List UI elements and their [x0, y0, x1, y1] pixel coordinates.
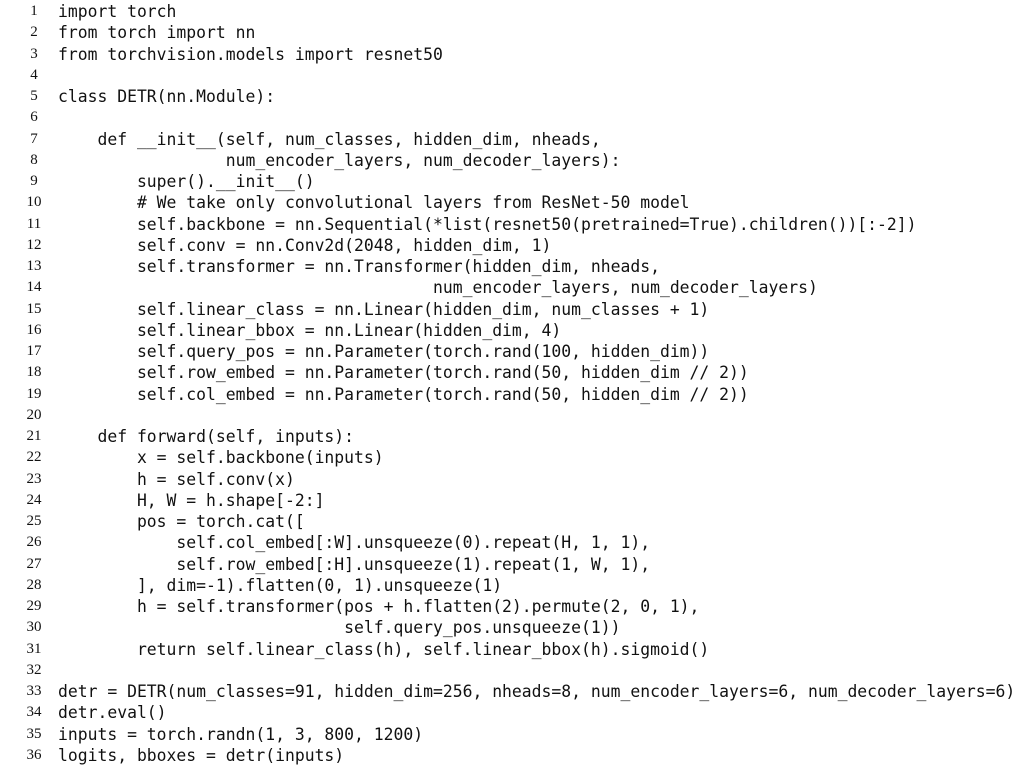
line-number: 12: [26, 236, 42, 253]
line-number: 8: [30, 151, 38, 168]
line-number: 29: [26, 598, 42, 614]
line-number: 19: [26, 385, 42, 402]
code-text: self.conv = nn.Conv2d(2048, hidden_dim, …: [58, 235, 552, 255]
line-number: 10: [26, 194, 42, 211]
line-number: 21: [26, 428, 42, 444]
line-number: 13: [26, 258, 42, 274]
line-number: 20: [26, 406, 42, 423]
code-text: super().__init__(): [58, 172, 315, 191]
code-text: H, W = h.shape[-2:]: [58, 490, 325, 510]
code-text: detr.eval(): [58, 703, 167, 723]
line-number: 23: [26, 470, 42, 487]
line-number: 36: [26, 746, 42, 763]
code-text: from torchvision.models import resnet50: [58, 44, 443, 64]
line-number: 7: [30, 130, 38, 147]
code-text: num_encoder_layers, num_decoder_layers): [58, 278, 818, 298]
code-text: self.transformer = nn.Transformer(hidden…: [58, 257, 660, 276]
line-number: 27: [26, 555, 42, 572]
code-text: self.linear_bbox = nn.Linear(hidden_dim,…: [58, 320, 562, 340]
line-number: 3: [30, 45, 38, 62]
line-number: 15: [26, 300, 42, 317]
line-number: 9: [30, 173, 38, 189]
code-text: inputs = torch.randn(1, 3, 800, 1200): [58, 724, 424, 744]
line-number: 30: [26, 619, 42, 636]
line-number: 4: [30, 66, 38, 83]
line-number: 28: [26, 576, 42, 593]
code-text: self.linear_class = nn.Linear(hidden_dim…: [58, 299, 710, 319]
code-text: self.backbone = nn.Sequential(*list(resn…: [58, 214, 917, 234]
line-number: 5: [30, 88, 38, 104]
line-number: 11: [26, 215, 42, 232]
line-number: 14: [26, 279, 42, 296]
line-number: 26: [26, 534, 42, 551]
code-text: self.row_embed = nn.Parameter(torch.rand…: [58, 363, 749, 383]
line-number: 34: [26, 704, 42, 721]
line-number: 35: [26, 725, 42, 742]
line-number: 32: [26, 661, 42, 678]
code-text: x = self.backbone(inputs): [58, 448, 384, 468]
line-number: 6: [30, 109, 38, 126]
line-number: 24: [26, 491, 42, 508]
code-text: logits, bboxes = detr(inputs): [58, 745, 345, 765]
code-text: pos = torch.cat([: [58, 512, 305, 531]
line-number: 18: [26, 364, 42, 381]
code-text: from torch import nn: [58, 23, 256, 43]
line-number: 33: [26, 683, 42, 699]
code-text: class DETR(nn.Module):: [58, 87, 276, 106]
code-text: self.query_pos = nn.Parameter(torch.rand…: [58, 342, 710, 361]
code-text: import torch: [58, 2, 177, 21]
code-text: self.row_embed[:H].unsqueeze(1).repeat(1…: [58, 554, 651, 574]
code-text: # We take only convolutional layers from…: [58, 193, 690, 213]
code-text: detr = DETR(num_classes=91, hidden_dim=2…: [58, 682, 1016, 701]
code-text: self.col_embed = nn.Parameter(torch.rand…: [58, 384, 749, 404]
line-number: 16: [26, 321, 42, 338]
code-text: return self.linear_class(h), self.linear…: [58, 639, 710, 659]
code-text: def __init__(self, num_classes, hidden_d…: [58, 129, 601, 149]
code-text: self.query_pos.unsqueeze(1)): [58, 618, 621, 638]
code-text: ], dim=-1).flatten(0, 1).unsqueeze(1): [58, 575, 503, 595]
line-number: 17: [26, 343, 42, 359]
code-text: self.col_embed[:W].unsqueeze(0).repeat(H…: [58, 533, 651, 553]
line-number: 22: [26, 449, 42, 466]
code-text: h = self.transformer(pos + h.flatten(2).…: [58, 597, 700, 616]
code-text: def forward(self, inputs):: [58, 427, 355, 446]
line-number: 25: [26, 513, 42, 529]
line-number: 1: [30, 3, 38, 19]
line-number: 31: [26, 640, 42, 657]
line-number: 2: [30, 24, 38, 41]
code-text: num_encoder_layers, num_decoder_layers):: [58, 150, 621, 170]
code-text: h = self.conv(x): [58, 469, 295, 489]
